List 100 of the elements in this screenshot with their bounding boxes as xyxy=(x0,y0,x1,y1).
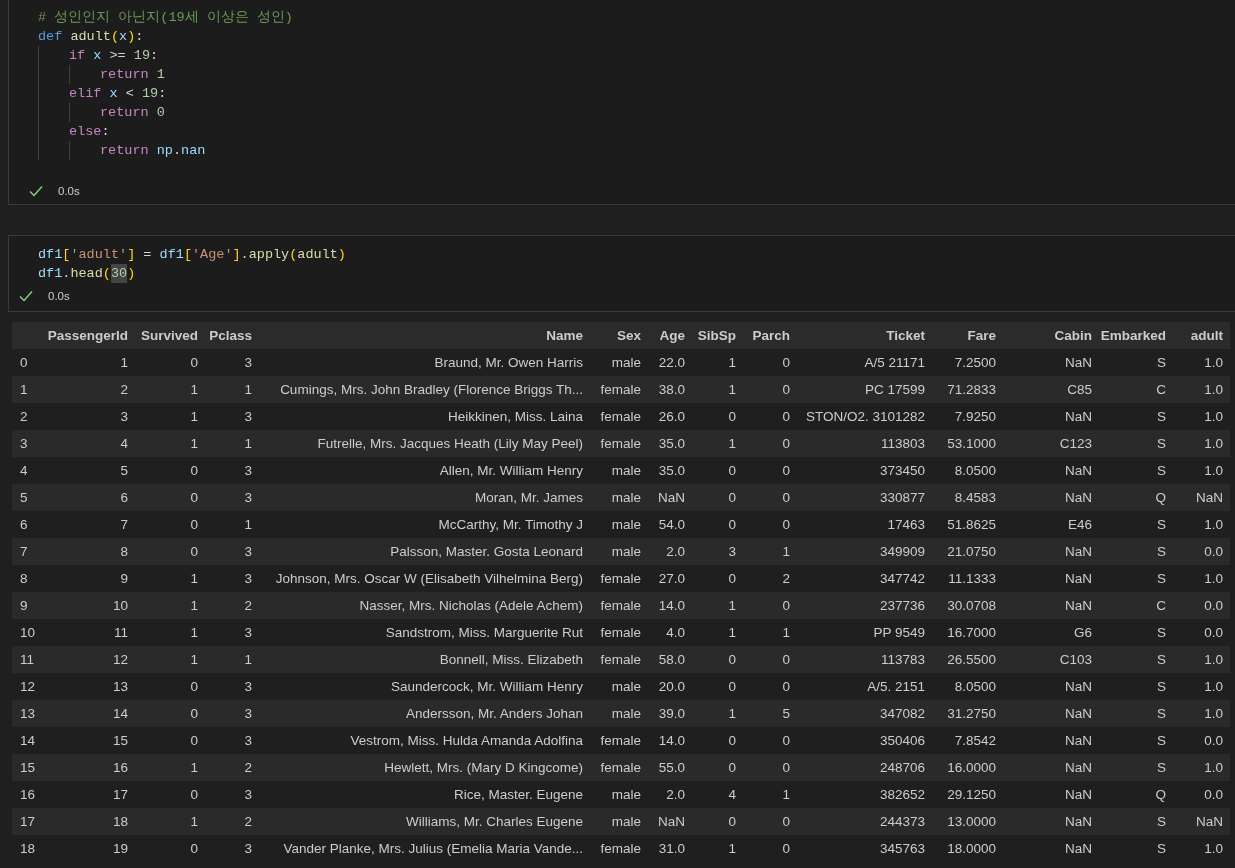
table-cell: 1 xyxy=(190,814,198,829)
table-cell: 1.0 xyxy=(1204,679,1223,694)
code-token: : xyxy=(158,85,167,103)
row-index: 7 xyxy=(20,544,28,559)
table-cell: 0 xyxy=(782,733,790,748)
table-cell: S xyxy=(1157,814,1166,829)
code-token: np xyxy=(156,142,173,160)
column-header: Fare xyxy=(967,328,996,343)
table-cell: 0 xyxy=(728,733,736,748)
table-cell: female xyxy=(600,409,641,424)
table-cell: 12 xyxy=(112,652,128,667)
table-cell: 3 xyxy=(244,733,252,748)
table-cell: 3 xyxy=(244,841,252,856)
code-cell[interactable]: # 성인인지 아닌지(19세 이상은 성인) def adult(x): if x >= 19: return 1 elif x < 19: return 0 else: return np.nan 0.0s xyxy=(8,0,1235,205)
table-cell: NaN xyxy=(1065,463,1092,478)
row-index: 10 xyxy=(20,625,36,640)
table-cell: 55.0 xyxy=(658,760,685,775)
execution-time: 0.0s xyxy=(58,185,80,197)
table-cell: NaN xyxy=(1065,544,1092,559)
table-cell: 0 xyxy=(190,787,198,802)
checkmark-icon xyxy=(19,290,33,302)
table-cell: 3 xyxy=(244,706,252,721)
table-cell: 0 xyxy=(782,355,790,370)
table-cell: female xyxy=(600,436,641,451)
table-cell: NaN xyxy=(1196,490,1223,505)
row-index: 0 xyxy=(20,355,28,370)
table-cell: Williams, Mr. Charles Eugene xyxy=(405,814,583,829)
table-cell: 2 xyxy=(244,598,252,613)
table-cell: McCarthy, Mr. Timothy J xyxy=(438,517,583,532)
table-cell: 3 xyxy=(244,625,252,640)
table-cell: 35.0 xyxy=(658,436,685,451)
table-cell: male xyxy=(611,355,641,370)
table-cell: 1 xyxy=(190,760,198,775)
code-token: ( xyxy=(102,265,111,283)
table-cell: 0.0 xyxy=(1204,625,1223,640)
table-cell: 26.5500 xyxy=(947,652,996,667)
table-cell: S xyxy=(1157,355,1166,370)
table-cell: NaN xyxy=(1065,760,1092,775)
code-token: x xyxy=(109,85,118,103)
column-header: adult xyxy=(1190,328,1223,343)
table-cell: 17463 xyxy=(887,517,925,532)
table-cell: 3 xyxy=(244,679,252,694)
code-token: x xyxy=(119,28,128,46)
table-cell: Johnson, Mrs. Oscar W (Elisabeth Vilhelmina Berg) xyxy=(275,571,583,586)
table-cell: 11 xyxy=(114,625,128,640)
code-cell[interactable]: df1['adult'] = df1['Age'].apply(adult) df1.head(30) 0.0s xyxy=(8,235,1235,312)
table-cell: female xyxy=(600,841,641,856)
table-cell: male xyxy=(611,679,641,694)
table-cell: 22.0 xyxy=(658,355,685,370)
table-cell: 382652 xyxy=(879,787,925,802)
table-cell: C xyxy=(1156,598,1166,613)
table-cell: male xyxy=(611,787,641,802)
table-cell: 4 xyxy=(728,787,736,802)
code-token: . xyxy=(62,265,71,283)
table-cell: S xyxy=(1157,517,1166,532)
table-cell: Heikkinen, Miss. Laina xyxy=(447,409,583,424)
table-cell: 0 xyxy=(782,679,790,694)
table-cell: 0 xyxy=(728,517,736,532)
table-cell: NaN xyxy=(1065,787,1092,802)
table-cell: 3 xyxy=(244,409,252,424)
table-cell: 0 xyxy=(782,598,790,613)
table-cell: 2 xyxy=(120,382,128,397)
code-token: [ xyxy=(183,246,192,264)
row-index: 11 xyxy=(20,652,34,667)
code-token: . xyxy=(172,142,182,160)
table-cell: PC 17599 xyxy=(864,382,925,397)
table-cell: 15 xyxy=(112,733,128,748)
table-cell: 0 xyxy=(728,409,736,424)
column-header: Name xyxy=(546,328,583,343)
table-cell: 0 xyxy=(190,706,198,721)
table-cell: Vander Planke, Mrs. Julius (Emelia Maria Vande... xyxy=(283,841,583,856)
table-cell: 35.0 xyxy=(658,463,685,478)
table-cell: 2.0 xyxy=(666,544,685,559)
table-cell: 71.2833 xyxy=(947,382,996,397)
table-cell: 3 xyxy=(120,409,128,424)
table-cell: 29.1250 xyxy=(947,787,996,802)
table-cell: 0 xyxy=(190,841,198,856)
table-cell: C103 xyxy=(1059,652,1092,667)
table-cell: 0.0 xyxy=(1204,544,1223,559)
table-cell: 0 xyxy=(782,517,790,532)
table-cell: 1 xyxy=(190,598,198,613)
table-cell: 7.8542 xyxy=(954,733,996,748)
table-cell: 2 xyxy=(244,814,252,829)
table-cell: Moran, Mr. James xyxy=(474,490,583,505)
row-index: 5 xyxy=(20,490,28,505)
table-cell: 5 xyxy=(782,706,790,721)
table-cell: 6 xyxy=(120,490,128,505)
column-header: Ticket xyxy=(886,328,925,343)
code-token: df1 xyxy=(159,246,184,264)
code-token: ( xyxy=(110,28,120,46)
table-cell: 0 xyxy=(190,544,198,559)
table-cell: 3 xyxy=(244,787,252,802)
table-cell: 0 xyxy=(782,463,790,478)
table-cell: female xyxy=(600,625,641,640)
table-cell: Palsson, Master. Gosta Leonard xyxy=(390,544,583,559)
table-cell: 1 xyxy=(244,436,252,451)
table-cell: 1.0 xyxy=(1204,571,1223,586)
code-token: : xyxy=(101,123,110,141)
code-token: 0 xyxy=(156,104,165,122)
table-cell: male xyxy=(611,517,641,532)
